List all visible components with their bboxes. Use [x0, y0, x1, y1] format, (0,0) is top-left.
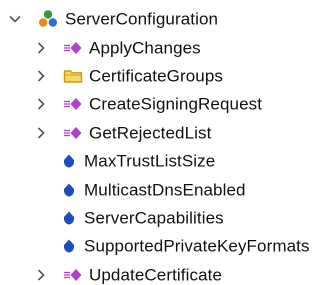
property-icon [62, 238, 76, 254]
method-icon [63, 267, 83, 283]
property-icon [62, 210, 76, 226]
chevron-down-icon[interactable] [8, 12, 22, 26]
server-object-icon [38, 9, 58, 29]
tree-item-server-configuration[interactable]: ServerConfiguration [0, 5, 336, 33]
property-icon [62, 182, 76, 198]
tree-item-label: GetRejectedList [89, 123, 212, 143]
address-space-tree: ServerConfiguration ApplyChanges Certifi… [0, 0, 336, 285]
method-icon [63, 40, 83, 56]
tree-item-apply-changes[interactable]: ApplyChanges [0, 33, 336, 61]
chevron-right-icon[interactable] [34, 69, 48, 83]
tree-item-multicast-dns-enabled[interactable]: MulticastDnsEnabled [0, 175, 336, 203]
tree-item-label: ApplyChanges [89, 38, 201, 58]
tree-item-label: MaxTrustListSize [84, 151, 216, 171]
tree-item-label: ServerCapabilities [84, 208, 224, 228]
method-icon [63, 96, 83, 112]
tree-item-label: SupportedPrivateKeyFormats [84, 236, 310, 256]
property-icon [62, 153, 76, 169]
tree-item-create-signing-request[interactable]: CreateSigningRequest [0, 90, 336, 118]
tree-item-update-certificate[interactable]: UpdateCertificate [0, 261, 336, 285]
tree-item-label: CreateSigningRequest [89, 94, 263, 114]
tree-item-supported-private-key-formats[interactable]: SupportedPrivateKeyFormats [0, 232, 336, 260]
tree-item-label: ServerConfiguration [65, 9, 219, 29]
chevron-right-icon[interactable] [34, 126, 48, 140]
tree-item-label: UpdateCertificate [89, 265, 223, 285]
tree-item-certificate-groups[interactable]: CertificateGroups [0, 62, 336, 90]
chevron-right-icon[interactable] [34, 41, 48, 55]
tree-item-server-capabilities[interactable]: ServerCapabilities [0, 204, 336, 232]
method-icon [63, 125, 83, 141]
folder-icon [63, 68, 83, 84]
tree-item-label: MulticastDnsEnabled [84, 180, 246, 200]
chevron-right-icon[interactable] [34, 268, 48, 282]
tree-item-label: CertificateGroups [89, 66, 223, 86]
chevron-right-icon[interactable] [34, 97, 48, 111]
tree-item-max-trust-list-size[interactable]: MaxTrustListSize [0, 147, 336, 175]
tree-item-get-rejected-list[interactable]: GetRejectedList [0, 119, 336, 147]
